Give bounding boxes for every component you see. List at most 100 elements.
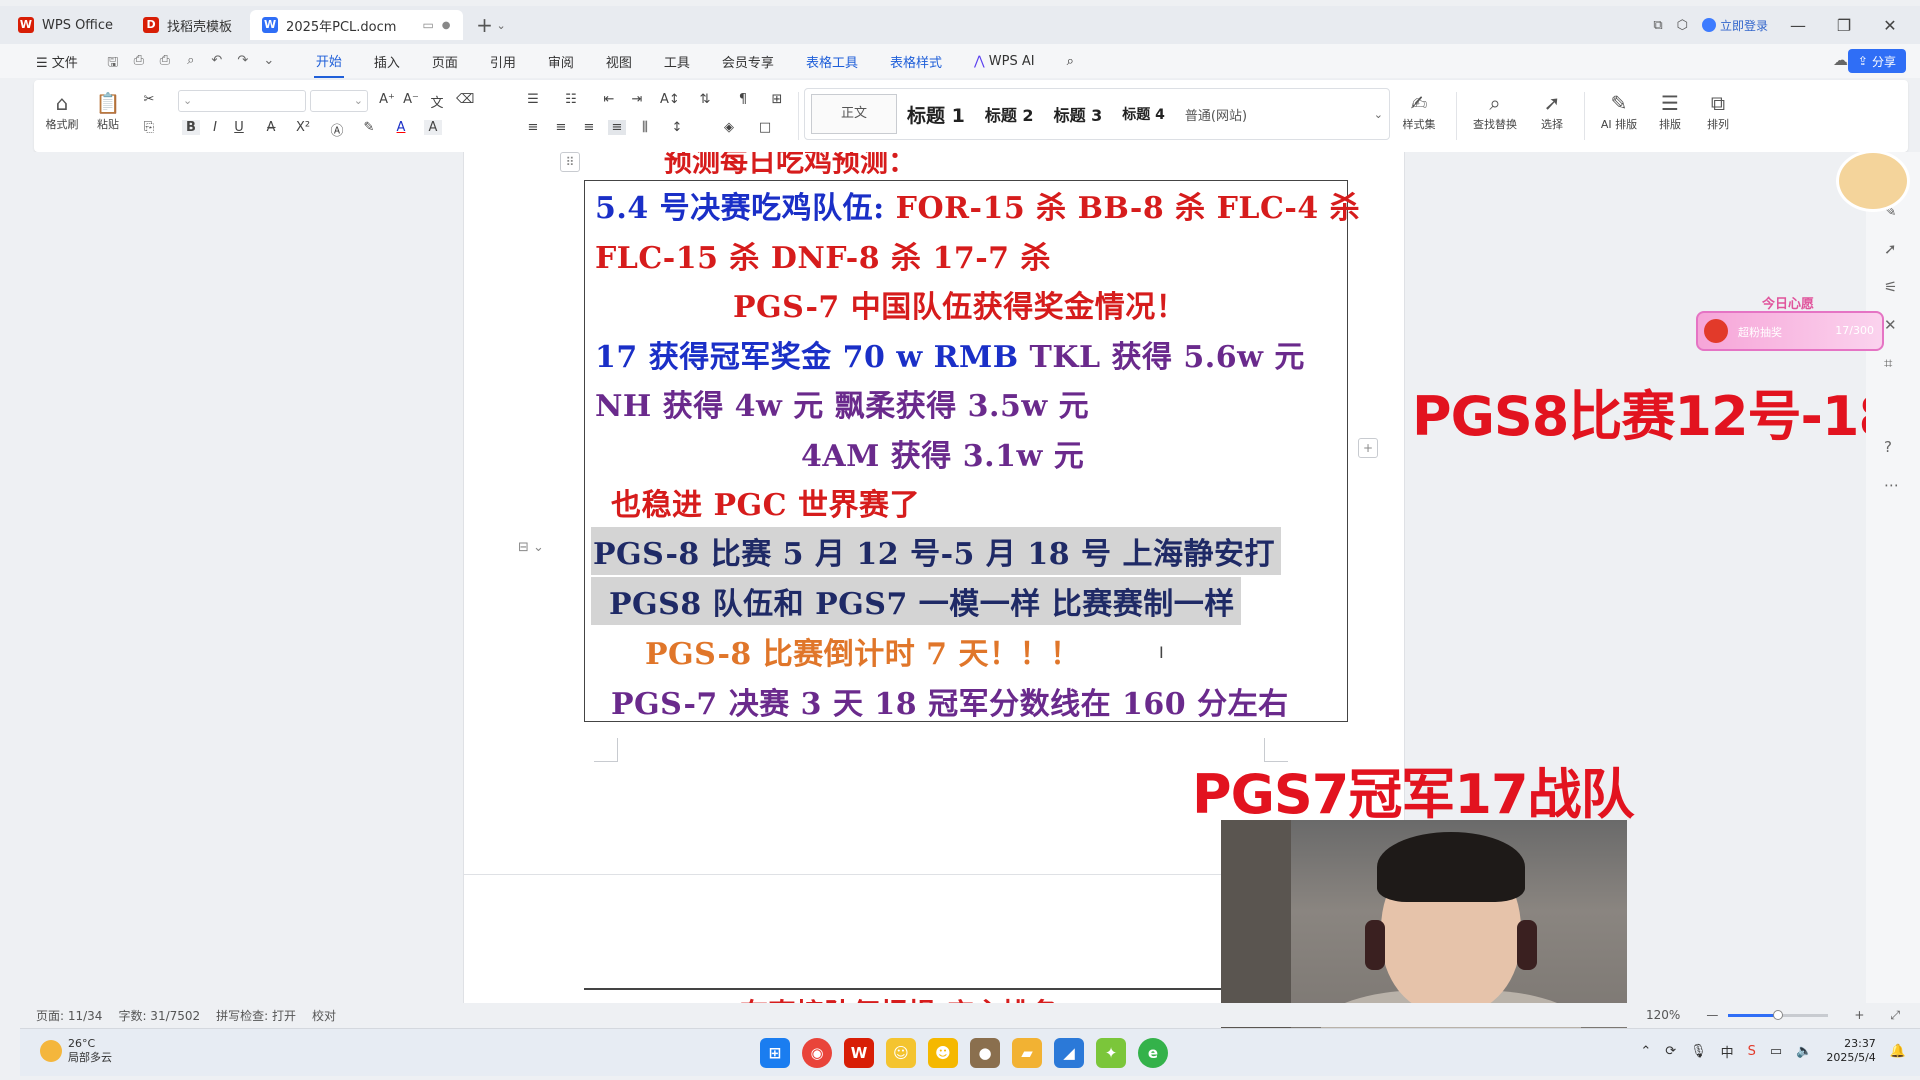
text-effect-button[interactable]: Ⓐ [328, 120, 346, 139]
maximize-button[interactable]: ❐ [1828, 16, 1860, 35]
monitor-icon[interactable]: ▭ [422, 18, 433, 32]
app-icon-blue[interactable]: ◢ [1054, 1038, 1084, 1068]
weather-widget[interactable]: 26°C 局部多云 [40, 1037, 112, 1065]
new-tab-button[interactable]: + [473, 13, 497, 37]
login-button[interactable]: 立即登录 [1701, 17, 1768, 34]
app-icon-green[interactable]: ✦ [1096, 1038, 1126, 1068]
search-icon[interactable]: ⌕ [1065, 48, 1076, 75]
border-icon[interactable]: □ [756, 120, 774, 135]
app-icon-yellow[interactable]: ☺ [886, 1038, 916, 1068]
page-indicator[interactable]: 页面: 11/34 [36, 1007, 102, 1024]
notification-icon[interactable]: 🔔 [1890, 1044, 1906, 1059]
table-move-handle-icon[interactable]: ⠿ [560, 152, 580, 172]
align-center-icon[interactable]: ≡ [552, 120, 570, 135]
tab-list-chevron-icon[interactable]: ⌄ [497, 19, 506, 32]
app-icon-bear[interactable]: ☻ [928, 1038, 958, 1068]
word-count[interactable]: 字数: 31/7502 [118, 1007, 200, 1024]
microphone-icon[interactable]: 🎙 [1690, 1044, 1707, 1059]
phonetic-icon[interactable]: 文 [428, 92, 446, 111]
strikethrough-button[interactable]: A̶ [262, 120, 280, 135]
style-heading-3[interactable]: 标题 3 [1044, 102, 1113, 126]
preview-icon[interactable]: ⌕ [183, 53, 199, 69]
menu-view[interactable]: 视图 [604, 46, 634, 77]
find-replace-button[interactable]: ⌕ 查找替换 [1464, 90, 1526, 132]
ai-layout-button[interactable]: ✎ AI 排版 [1592, 90, 1646, 132]
menu-table-tools[interactable]: 表格工具 [804, 46, 860, 77]
sogou-icon[interactable]: S [1748, 1044, 1756, 1059]
tab-document[interactable]: W 2025年PCL.docm ▭ ● [250, 10, 463, 40]
bullet-list-icon[interactable]: ☰ [524, 92, 542, 107]
tab-templates[interactable]: D 找稻壳模板 [131, 10, 244, 40]
add-row-icon[interactable]: + [1358, 438, 1378, 458]
cloud-upload-icon[interactable]: ☁ [1833, 51, 1848, 69]
help-icon[interactable]: ? [1884, 438, 1892, 456]
sliders-icon[interactable]: ⚟ [1884, 278, 1897, 296]
zoom-level[interactable]: 120% [1646, 1008, 1680, 1022]
sync-icon[interactable]: ⟳ [1665, 1044, 1676, 1059]
shrink-font-icon[interactable]: A⁻ [402, 92, 420, 107]
style-heading-2[interactable]: 标题 2 [975, 102, 1044, 126]
text-direction-icon[interactable]: A↕ [660, 92, 680, 107]
char-shading-button[interactable]: A [424, 120, 442, 135]
arrange-button[interactable]: ⧉ 排列 [1696, 90, 1740, 132]
export-icon[interactable]: ⎙ [131, 53, 147, 69]
wps-taskbar-icon[interactable]: W [844, 1038, 874, 1068]
font-color-button[interactable]: A [392, 120, 410, 135]
clock[interactable]: 23:37 2025/5/4 [1826, 1037, 1875, 1065]
windows-start-icon[interactable]: ⊞ [760, 1038, 790, 1068]
volume-icon[interactable]: 🔈 [1796, 1044, 1812, 1059]
menu-wps-ai[interactable]: ⋀ WPS AI [972, 48, 1037, 75]
tray-chevron-icon[interactable]: ⌃ [1640, 1044, 1651, 1059]
zoom-out-button[interactable]: — [1706, 1008, 1718, 1022]
redo-icon[interactable]: ↷ [235, 53, 251, 69]
print-icon[interactable]: ⎙ [157, 53, 173, 69]
style-heading-4[interactable]: 标题 4 [1112, 104, 1175, 124]
file-explorer-icon[interactable]: ▰ [1012, 1038, 1042, 1068]
zoom-in-button[interactable]: + [1854, 1008, 1864, 1022]
close-button[interactable]: ✕ [1874, 16, 1906, 35]
undo-icon[interactable]: ↶ [209, 53, 225, 69]
wish-widget[interactable]: 今日心愿 超粉抽奖 17/300 [1696, 293, 1886, 359]
bold-button[interactable]: B [182, 120, 200, 135]
pointer-icon[interactable]: ➚ [1884, 240, 1897, 258]
proofread-button[interactable]: 校对 [312, 1007, 336, 1024]
style-web[interactable]: 普通(网站) [1175, 105, 1257, 124]
format-painter-button[interactable]: ⌂ 格式刷 [42, 90, 82, 132]
menu-table-style[interactable]: 表格样式 [888, 46, 944, 77]
spell-check-toggle[interactable]: 拼写检查: 打开 [216, 1007, 296, 1024]
menu-page[interactable]: 页面 [430, 46, 460, 77]
zoom-slider[interactable] [1728, 1009, 1829, 1020]
cube-icon[interactable]: ⬡ [1677, 18, 1688, 33]
paste-button[interactable]: 📋 粘贴 [88, 90, 128, 132]
style-heading-1[interactable]: 标题 1 [897, 101, 975, 128]
line-spacing-icon[interactable]: ↕ [668, 120, 686, 135]
decrease-indent-icon[interactable]: ⇤ [600, 92, 618, 107]
app-icon-avatar[interactable]: ● [970, 1038, 1000, 1068]
font-family-select[interactable]: ⌄ [178, 90, 306, 112]
copy-icon[interactable]: ⎘ [140, 120, 158, 135]
select-button[interactable]: ➚ 选择 [1530, 90, 1574, 132]
clear-format-icon[interactable]: ⌫ [456, 92, 474, 107]
style-normal[interactable]: 正文 [811, 94, 897, 134]
network-icon[interactable]: ▭ [1770, 1044, 1782, 1059]
sort-icon[interactable]: ⇅ [696, 92, 714, 107]
quick-more-chevron-icon[interactable]: ⌄ [261, 53, 277, 69]
superscript-button[interactable]: X² [294, 120, 312, 135]
restore-view-icon[interactable]: ⧉ [1653, 18, 1662, 33]
font-size-select[interactable]: ⌄ [310, 90, 368, 112]
cut-icon[interactable]: ✂ [140, 92, 158, 107]
chrome-icon[interactable]: ◉ [802, 1038, 832, 1068]
show-marks-icon[interactable]: ¶ [734, 92, 752, 107]
more-icon[interactable]: ⋯ [1884, 476, 1899, 494]
assistant-mascot-icon[interactable] [1836, 150, 1910, 212]
fullscreen-icon[interactable]: ⤢ [1890, 1008, 1900, 1023]
paragraph-handle-icon[interactable]: ⊟ ⌄ [518, 540, 544, 555]
increase-indent-icon[interactable]: ⇥ [628, 92, 646, 107]
menu-review[interactable]: 审阅 [546, 46, 576, 77]
shading-icon[interactable]: ◈ [720, 120, 738, 135]
justify-icon[interactable]: ≡ [608, 120, 626, 135]
zoom-knob[interactable] [1773, 1009, 1784, 1020]
share-button[interactable]: ⇪ 分享 [1847, 49, 1906, 73]
style-set-button[interactable]: ✍ 样式集 [1390, 90, 1448, 132]
menu-references[interactable]: 引用 [488, 46, 518, 77]
